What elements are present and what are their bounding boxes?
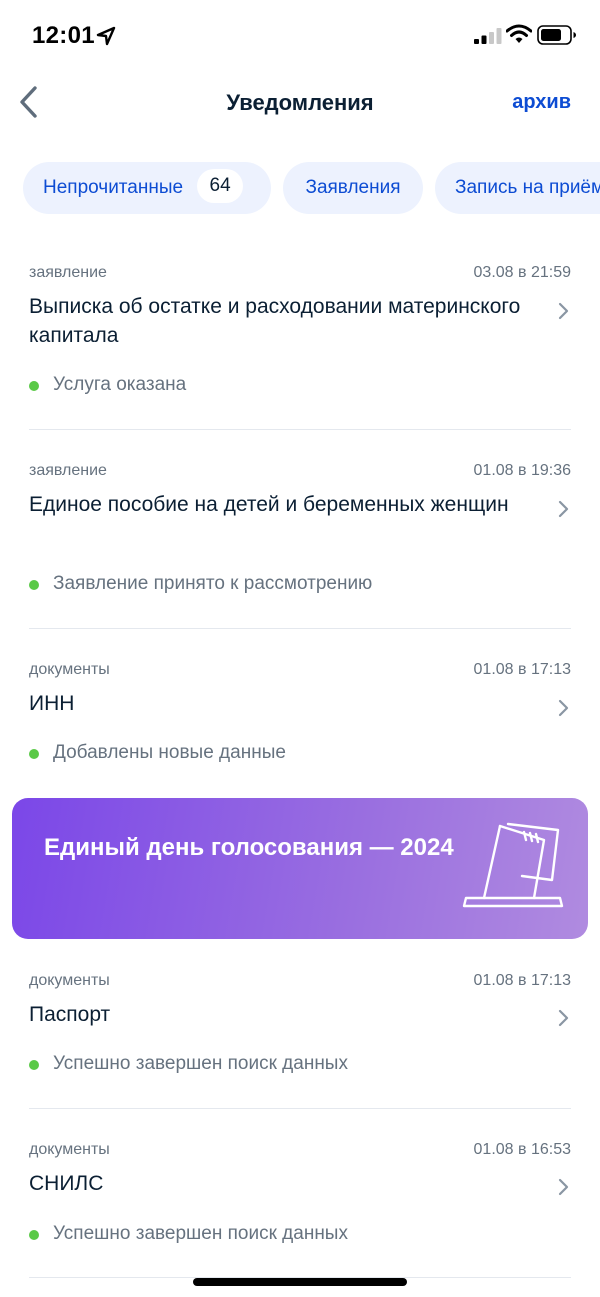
notification-status-text: Успешно завершен поиск данных [53,1053,348,1074]
home-indicator [193,1278,407,1286]
chevron-right-icon [558,500,569,518]
notification-item[interactable]: заявление 01.08 в 19:36 Единое пособие н… [29,462,571,602]
notification-item[interactable]: документы 01.08 в 17:13 ИНН Добавлены но… [29,661,571,771]
status-bar: 12:01 [0,0,600,70]
divider [29,628,571,629]
chip-unread[interactable]: Непрочитанные 64 [23,162,271,214]
notification-date: 01.08 в 19:36 [473,462,571,479]
divider [29,1108,571,1109]
status-dot [29,749,39,759]
status-time: 12:01 [32,22,95,49]
archive-link[interactable]: архив [512,91,571,114]
notification-status: Заявление принято к рассмотрению [29,573,372,595]
notification-category: документы [29,1141,110,1158]
notification-item[interactable]: заявление 03.08 в 21:59 Выписка об остат… [29,264,571,404]
notification-title: Единое пособие на детей и беременных жен… [29,493,509,516]
nav-bar: Уведомления архив [0,72,600,132]
notification-title: Паспорт [29,1003,111,1026]
notification-date: 01.08 в 16:53 [473,1141,571,1158]
chevron-right-icon [558,1178,569,1196]
notification-status: Успешно завершен поиск данных [29,1053,348,1075]
location-arrow-icon [96,26,116,46]
unread-count-badge: 64 [197,168,244,203]
notification-status-text: Услуга оказана [53,374,187,395]
chevron-right-icon [558,699,569,717]
status-dot [29,580,39,590]
notification-category: заявление [29,462,107,479]
banner-text: Единый день голосования — 2024 [44,834,454,861]
status-dot [29,381,39,391]
notification-status-text: Заявление принято к рассмотрению [53,573,373,594]
ballot-box-icon [462,822,564,908]
notification-title: ИНН [29,692,75,715]
battery-icon [537,25,576,45]
notification-item[interactable]: документы 01.08 в 16:53 СНИЛС Успешно за… [29,1141,571,1251]
notification-item[interactable]: документы 01.08 в 17:13 Паспорт Успешно … [29,972,571,1082]
chip-appointments[interactable]: Запись на приём [435,162,600,214]
notification-status: Успешно завершен поиск данных [29,1223,348,1245]
notification-date: 03.08 в 21:59 [473,264,571,281]
filter-chips: Непрочитанные 64 Заявления Запись на приё… [0,162,600,214]
page-title: Уведомления [226,90,374,115]
notification-status: Услуга оказана [29,374,186,396]
voting-day-banner[interactable]: Единый день голосования — 2024 [12,798,588,939]
notification-title: СНИЛС [29,1172,104,1195]
notification-category: документы [29,972,110,989]
notification-status-text: Успешно завершен поиск данных [53,1223,348,1244]
status-dot [29,1230,39,1240]
chevron-right-icon [558,1009,569,1027]
notification-title: Выписка об остатке и расходовании матери… [29,295,521,347]
notification-status: Добавлены новые данные [29,742,286,764]
chip-applications[interactable]: Заявления [283,162,423,214]
notification-category: документы [29,661,110,678]
cellular-signal-icon [474,28,502,44]
notification-date: 01.08 в 17:13 [473,661,571,678]
notification-category: заявление [29,264,107,281]
status-dot [29,1060,39,1070]
notification-status-text: Добавлены новые данные [53,742,286,763]
notification-date: 01.08 в 17:13 [473,972,571,989]
chevron-left-icon[interactable] [14,82,44,122]
chevron-right-icon [558,302,569,320]
chip-label: Непрочитанные [43,177,184,198]
wifi-icon [506,24,532,43]
divider [29,429,571,430]
